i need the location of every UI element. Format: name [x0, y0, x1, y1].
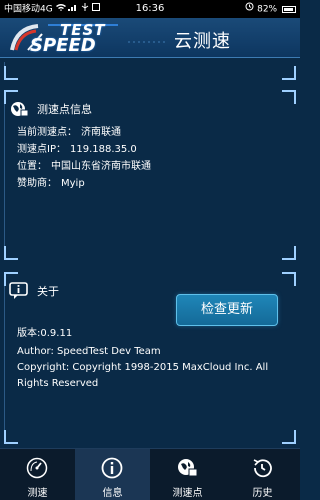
- info-value: Myip: [61, 178, 85, 189]
- speedometer-icon: [26, 457, 48, 479]
- corner-decoration: [4, 246, 18, 260]
- corner-decoration: [282, 272, 296, 286]
- info-row: 位置： 中国山东省济南市联通: [17, 160, 151, 174]
- info-key: 赞助商：: [17, 178, 57, 189]
- info-icon: [101, 457, 123, 479]
- info-value: 济南联通: [81, 127, 121, 138]
- speedtest-logo: TEST SPEED: [8, 20, 120, 56]
- battery-percent: 82%: [257, 4, 278, 15]
- about-title: 关于: [37, 285, 59, 298]
- copyright-text: Copyright: Copyright 1998-2015 MaxCloud …: [17, 362, 269, 389]
- version-text: 版本:0.9.11: [17, 328, 73, 339]
- info-key: 位置：: [17, 161, 47, 172]
- info-row: 赞助商： Myip: [17, 177, 85, 191]
- server-info-title: 测速点信息: [37, 103, 92, 116]
- info-bubble-icon: [9, 282, 29, 303]
- alarm-icon: [245, 0, 254, 18]
- tab-speedtest[interactable]: 测速: [0, 449, 75, 500]
- bottom-tab-bar: 测速 信息 测速点 历史: [0, 448, 300, 500]
- app-header: TEST SPEED 云测速: [0, 18, 300, 58]
- tab-info[interactable]: 信息: [75, 449, 150, 500]
- corner-decoration: [282, 66, 296, 80]
- tab-label: 信息: [102, 488, 123, 499]
- globe-icon: [9, 100, 29, 121]
- header-divider: [128, 32, 168, 51]
- corner-decoration: [282, 430, 296, 444]
- status-right: 82%: [245, 0, 296, 19]
- server-info-panel: 测速点信息 当前测速点： 济南联通 测速点IP： 119.188.35.0 位置： 中…: [4, 90, 296, 260]
- info-key: 测速点IP：: [17, 144, 66, 155]
- info-row: 当前测速点： 济南联通: [17, 126, 121, 140]
- tab-label: 测速点: [172, 488, 203, 499]
- author-text: Author: SpeedTest Dev Team: [17, 346, 161, 357]
- corner-decoration: [4, 66, 18, 80]
- logo-text-bottom: SPEED: [30, 35, 96, 56]
- tab-label: 历史: [252, 488, 273, 499]
- globe-icon: [176, 457, 198, 479]
- corner-decoration: [282, 246, 296, 260]
- tab-servers[interactable]: 测速点: [150, 449, 225, 500]
- info-value: 中国山东省济南市联通: [51, 161, 151, 172]
- tab-label: 测速: [27, 488, 48, 499]
- info-row: 测速点IP： 119.188.35.0: [17, 143, 137, 157]
- tab-history[interactable]: 历史: [225, 449, 300, 500]
- header-title: 云测速: [174, 31, 231, 52]
- corner-decoration: [282, 90, 296, 104]
- info-key: 当前测速点：: [17, 127, 77, 138]
- corner-decoration: [4, 430, 18, 444]
- battery-icon: [282, 5, 296, 13]
- top-strip: [4, 62, 296, 80]
- history-icon: [251, 457, 273, 479]
- check-update-button[interactable]: 检查更新: [176, 294, 278, 326]
- info-value: 119.188.35.0: [69, 144, 137, 155]
- status-bar: 中国移动4G 16:36 82%: [0, 0, 300, 18]
